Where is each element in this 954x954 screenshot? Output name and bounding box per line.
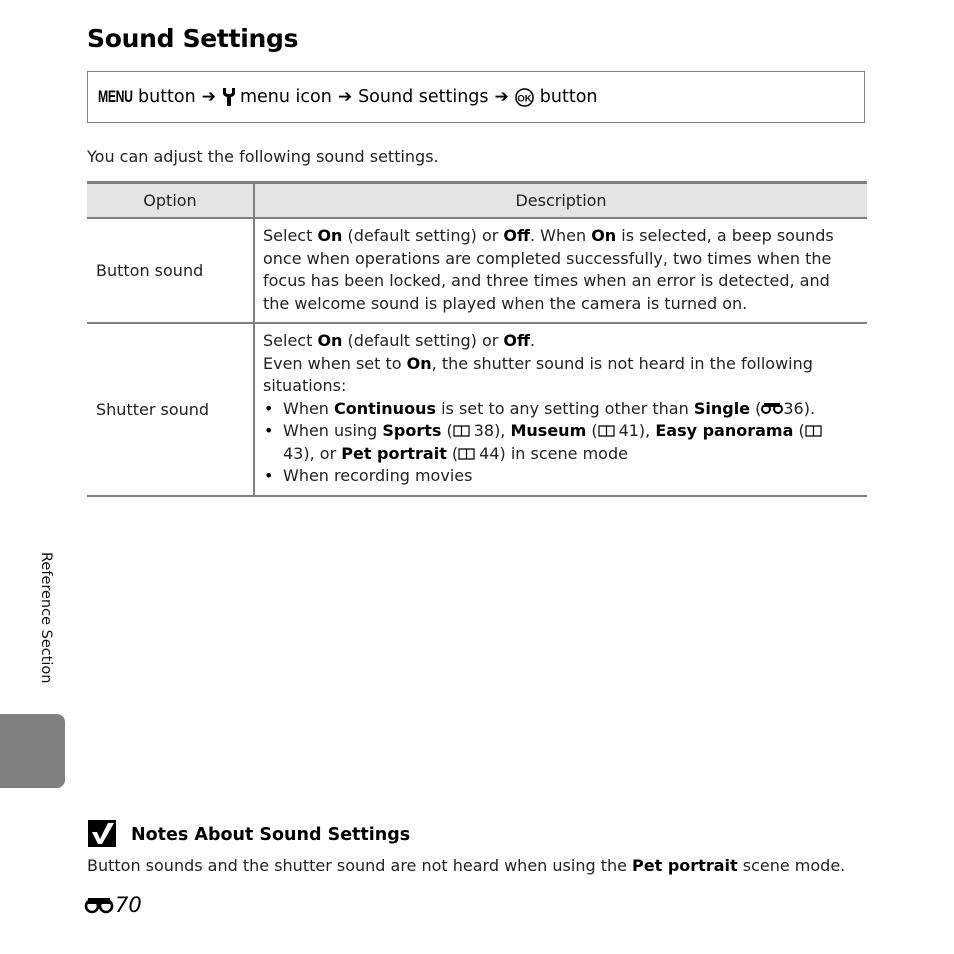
table-header-row: Option Description [87,181,867,219]
description-button-sound: Select On (default setting) or Off. When… [254,218,867,324]
situations-list: When Continuous is set to any setting ot… [263,398,857,488]
bold-on: On [317,226,343,245]
bold-off: Off [503,226,530,245]
ok-button-icon: OK [514,87,534,107]
text: ) in scene mode [499,443,628,463]
notes-body: Button sounds and the shutter sound are … [87,856,845,875]
menu-button-glyph: MENU [98,87,133,106]
desc-line: Select On (default setting) or Off. [263,330,857,353]
page-link-44[interactable]: 44 [479,444,499,463]
page-link-38[interactable]: 38 [474,421,494,440]
option-shutter-sound: Shutter sound [87,323,255,497]
book-icon [453,425,470,437]
header-description: Description [254,181,867,219]
reference-section-icon [84,898,114,914]
text: Even when set to [263,353,407,373]
table-row: Button sound Select On (default setting)… [87,218,867,324]
text: When recording movies [283,466,473,485]
book-icon [458,447,475,460]
text: . When [529,226,592,245]
section-thumb-tab[interactable] [0,714,65,788]
text: Select [263,331,318,350]
bold-on: On [591,226,617,245]
text: Button sounds and the shutter sound are … [87,856,633,875]
table-row: Shutter sound Select On (default setting… [87,323,867,497]
text: (default setting) or [342,331,504,350]
page-number-text: 70 [115,893,142,917]
description-shutter-sound: Select On (default setting) or Off. Even… [254,323,867,497]
desc-line: Even when set to On, the shutter sound i… [263,353,857,398]
list-item: When using Sports (38), Museum (41), Eas… [264,420,857,465]
menu-navigation-path: MENU button ➔ menu icon ➔ Sound settings… [87,71,865,123]
bold-sports: Sports [382,421,442,440]
wrench-icon [222,88,235,106]
bold-single: Single [693,398,751,418]
book-icon [597,425,615,437]
arrow-icon: ➔ [494,87,509,107]
text: or [319,443,342,463]
page-link-43[interactable]: 43 [283,444,303,463]
book-icon [805,425,822,437]
bold-pet-portrait: Pet portrait [632,856,738,875]
text: When [283,398,335,418]
bold-on: On [406,353,432,373]
svg-text:OK: OK [517,93,531,104]
page-link-41[interactable]: 41 [619,421,639,440]
bold-off: Off [503,331,530,350]
list-item: When Continuous is set to any setting ot… [264,398,857,421]
bold-museum: Museum [510,421,587,440]
text: ). [803,398,816,418]
bold-easy-panorama: Easy panorama [655,421,794,440]
bold-pet-portrait: Pet portrait [341,443,447,463]
bold-continuous: Continuous [334,398,436,418]
page-number: 70 [84,893,142,917]
text: . [529,331,536,350]
reference-section-icon [761,402,784,414]
text: When using [283,421,383,440]
intro-text: You can adjust the following sound setti… [87,147,439,166]
arrow-icon: ➔ [201,87,216,107]
path-step-menu-icon: menu icon [239,87,332,107]
arrow-icon: ➔ [337,87,353,107]
option-button-sound: Button sound [87,218,255,324]
text: scene mode. [737,856,846,875]
bold-on: On [317,331,343,350]
path-step-sound-settings: Sound settings [358,87,489,107]
page-title: Sound Settings [87,24,299,53]
notes-heading: Notes About Sound Settings [131,825,411,845]
text: ( [750,398,762,418]
text: is set to any setting other than [435,398,694,418]
text: Select [263,226,318,245]
checkmark-icon [88,820,116,847]
page-link-36[interactable]: 36 [783,399,803,418]
text: (default setting) or [342,226,504,245]
header-option: Option [87,181,255,219]
list-item: When recording movies [264,465,857,488]
path-step-ok-button: button [539,87,598,107]
sound-settings-table: Option Description Button sound Select O… [87,181,867,497]
path-step-menu-button: button [138,87,196,107]
side-section-label: Reference Section [38,552,54,684]
